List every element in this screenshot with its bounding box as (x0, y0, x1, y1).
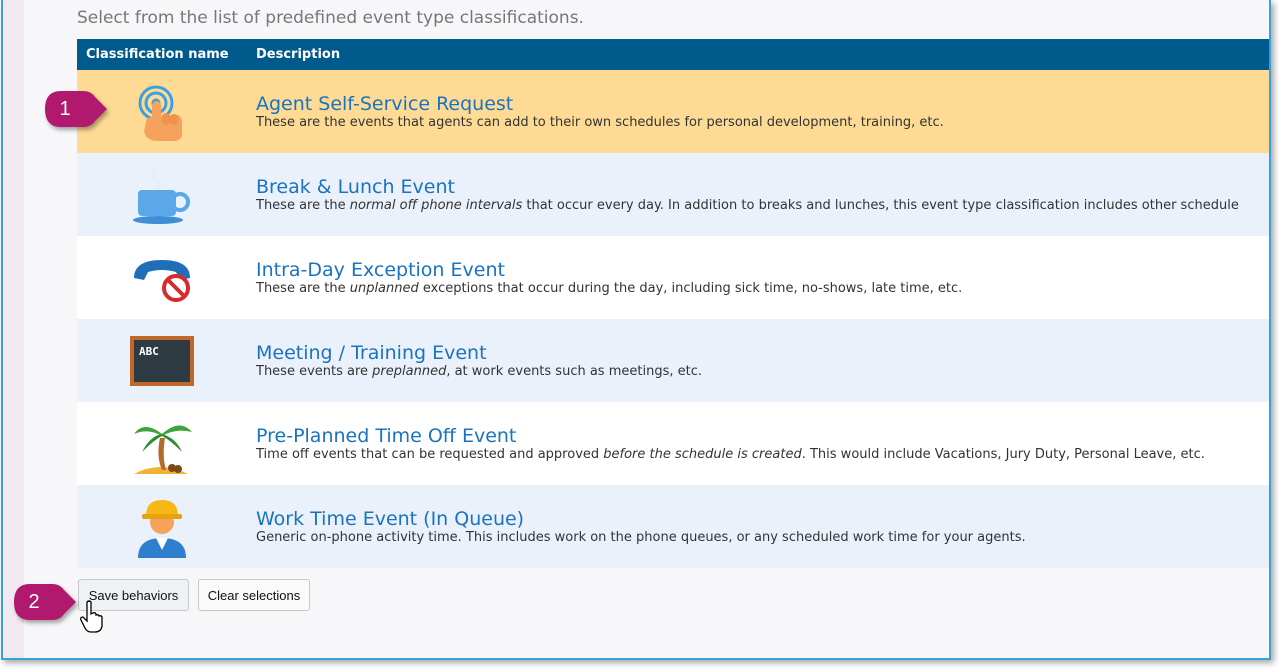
coffee-cup-icon (77, 153, 247, 236)
table-row[interactable]: Agent Self-Service Request These are the… (77, 70, 1269, 153)
row-description-cell: Pre-Planned Time Off Event Time off even… (247, 425, 1205, 463)
event-title[interactable]: Meeting / Training Event (256, 342, 702, 364)
table-row[interactable]: ABC Meeting / Training Event These event… (77, 319, 1269, 402)
row-description-cell: Agent Self-Service Request These are the… (247, 93, 944, 131)
table-row[interactable]: Pre-Planned Time Off Event Time off even… (77, 402, 1269, 485)
row-description-cell: Intra-Day Exception Event These are the … (247, 259, 962, 297)
event-description: These are the unplanned exceptions that … (256, 280, 963, 296)
intro-text: Select from the list of predefined event… (77, 8, 584, 28)
row-description-cell: Break & Lunch Event These are the normal… (247, 176, 1239, 214)
step-marker-1: 1 (43, 89, 107, 129)
window-frame: Select from the list of predefined event… (1, 0, 1271, 660)
event-title[interactable]: Agent Self-Service Request (256, 93, 944, 115)
step-marker-label: 1 (59, 97, 71, 120)
hand-cursor-icon (80, 600, 103, 633)
chalkboard-text: ABC (139, 345, 159, 358)
event-description: These are the normal off phone intervals… (256, 197, 1239, 213)
event-description: Generic on-phone activity time. This inc… (256, 529, 1026, 545)
step-marker-2: 2 (12, 582, 76, 622)
classification-table: Classification name Description Agent Se… (77, 39, 1269, 568)
event-title[interactable]: Work Time Event (In Queue) (256, 508, 1026, 530)
left-strip (3, 0, 24, 658)
row-description-cell: Meeting / Training Event These events ar… (247, 342, 702, 380)
event-title[interactable]: Intra-Day Exception Event (256, 259, 962, 281)
table-row[interactable]: Break & Lunch Event These are the normal… (77, 153, 1269, 236)
palm-tree-icon (77, 402, 247, 485)
event-description: These events are preplanned, at work eve… (256, 363, 702, 379)
worker-icon (77, 485, 247, 568)
table-row[interactable]: Work Time Event (In Queue) Generic on-ph… (77, 485, 1269, 568)
event-description: Time off events that can be requested an… (256, 446, 1205, 462)
step-marker-label: 2 (28, 590, 40, 613)
event-title[interactable]: Pre-Planned Time Off Event (256, 425, 1205, 447)
header-description: Description (256, 47, 341, 62)
row-description-cell: Work Time Event (In Queue) Generic on-ph… (247, 508, 1026, 546)
table-header: Classification name Description (77, 39, 1269, 70)
header-classification-name: Classification name (86, 47, 229, 62)
event-description: These are the events that agents can add… (256, 114, 944, 130)
clear-selections-button[interactable]: Clear selections (198, 579, 310, 611)
chalkboard-icon: ABC (77, 319, 247, 402)
table-row[interactable]: Intra-Day Exception Event These are the … (77, 236, 1269, 319)
phone-blocked-icon (77, 236, 247, 319)
event-title[interactable]: Break & Lunch Event (256, 176, 1239, 198)
